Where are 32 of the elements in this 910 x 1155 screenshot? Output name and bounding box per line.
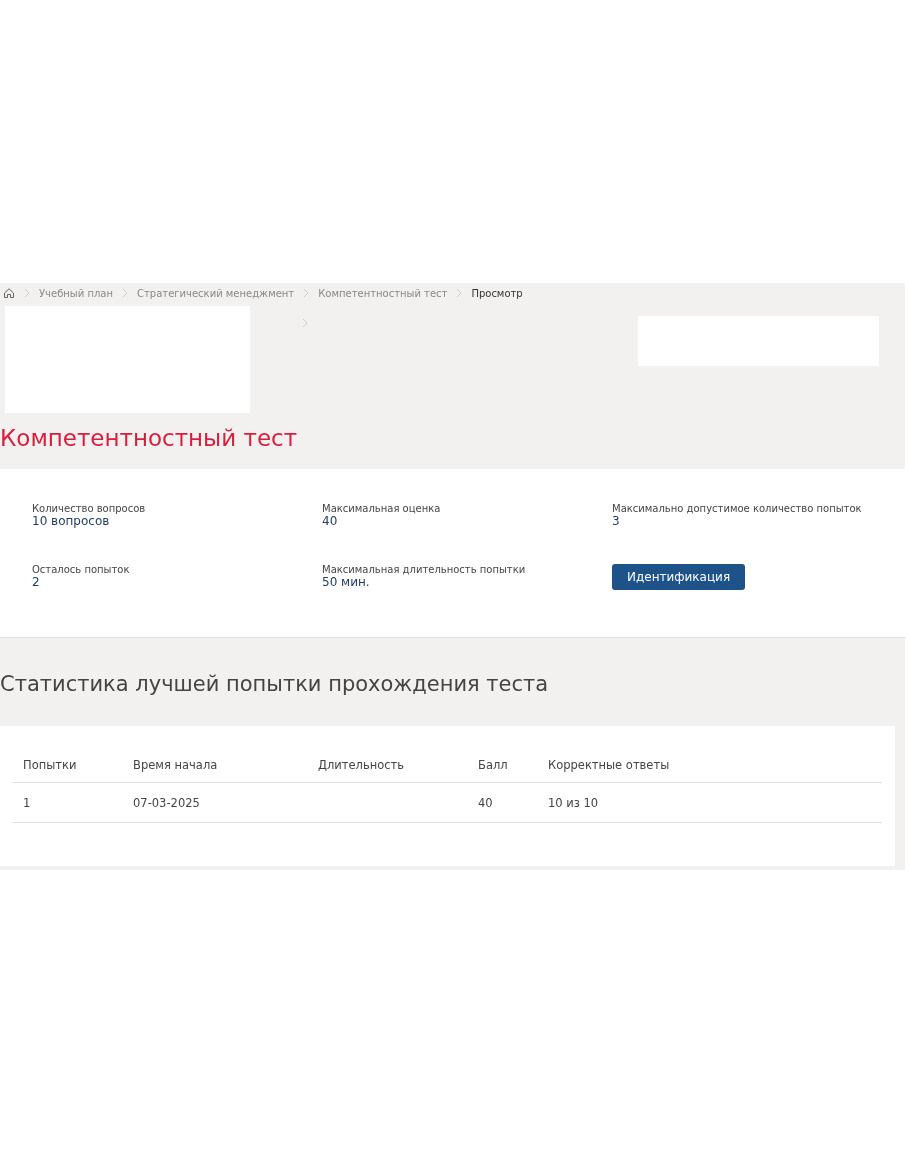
breadcrumb-link[interactable]: Стратегический менеджмент: [137, 287, 295, 299]
breadcrumb-link[interactable]: Компетентностный тест: [318, 287, 448, 299]
breadcrumb-link[interactable]: Просмотр: [471, 287, 523, 299]
chevron-icon: [456, 288, 463, 298]
page-title: Компетентностный тест: [0, 425, 299, 453]
home-icon[interactable]: [3, 287, 15, 299]
field-value: 10 вопросов: [32, 514, 110, 528]
table-cell: 10 из 10: [548, 795, 599, 810]
section-title: Статистика лучшей попытки прохождения теста: [0, 672, 550, 698]
identify-button[interactable]: Идентификация: [612, 563, 746, 590]
field-value: 50 мин.: [322, 574, 370, 589]
column-header: Балл: [468, 748, 538, 783]
table-cell: 40: [478, 795, 493, 810]
breadcrumb-link[interactable]: Учебный план: [39, 287, 114, 299]
column-header: Попытки: [13, 748, 123, 783]
column-header: Корректные ответы: [538, 748, 882, 783]
field-value: 40: [322, 514, 338, 528]
field-label: Осталось попыток: [32, 563, 130, 575]
column-header: Время начала: [123, 748, 308, 783]
field-label: Максимальная оценка: [322, 503, 441, 514]
field-label: Количество вопросов: [32, 503, 146, 514]
field-label: Максимальная длительность попытки: [322, 563, 526, 575]
chevron-icon: [303, 288, 310, 298]
chevron-icon: [24, 288, 30, 298]
table-cell: 07-03-2025: [133, 795, 200, 810]
chevron-icon: [122, 288, 129, 298]
field-value: 2: [32, 574, 40, 589]
field-value: 3: [612, 514, 620, 528]
chevron-icon: [302, 318, 308, 328]
table-cell: 1: [23, 795, 31, 810]
column-header: Длительность: [308, 748, 468, 783]
field-label: Максимально допустимое количество попыток: [612, 503, 862, 514]
